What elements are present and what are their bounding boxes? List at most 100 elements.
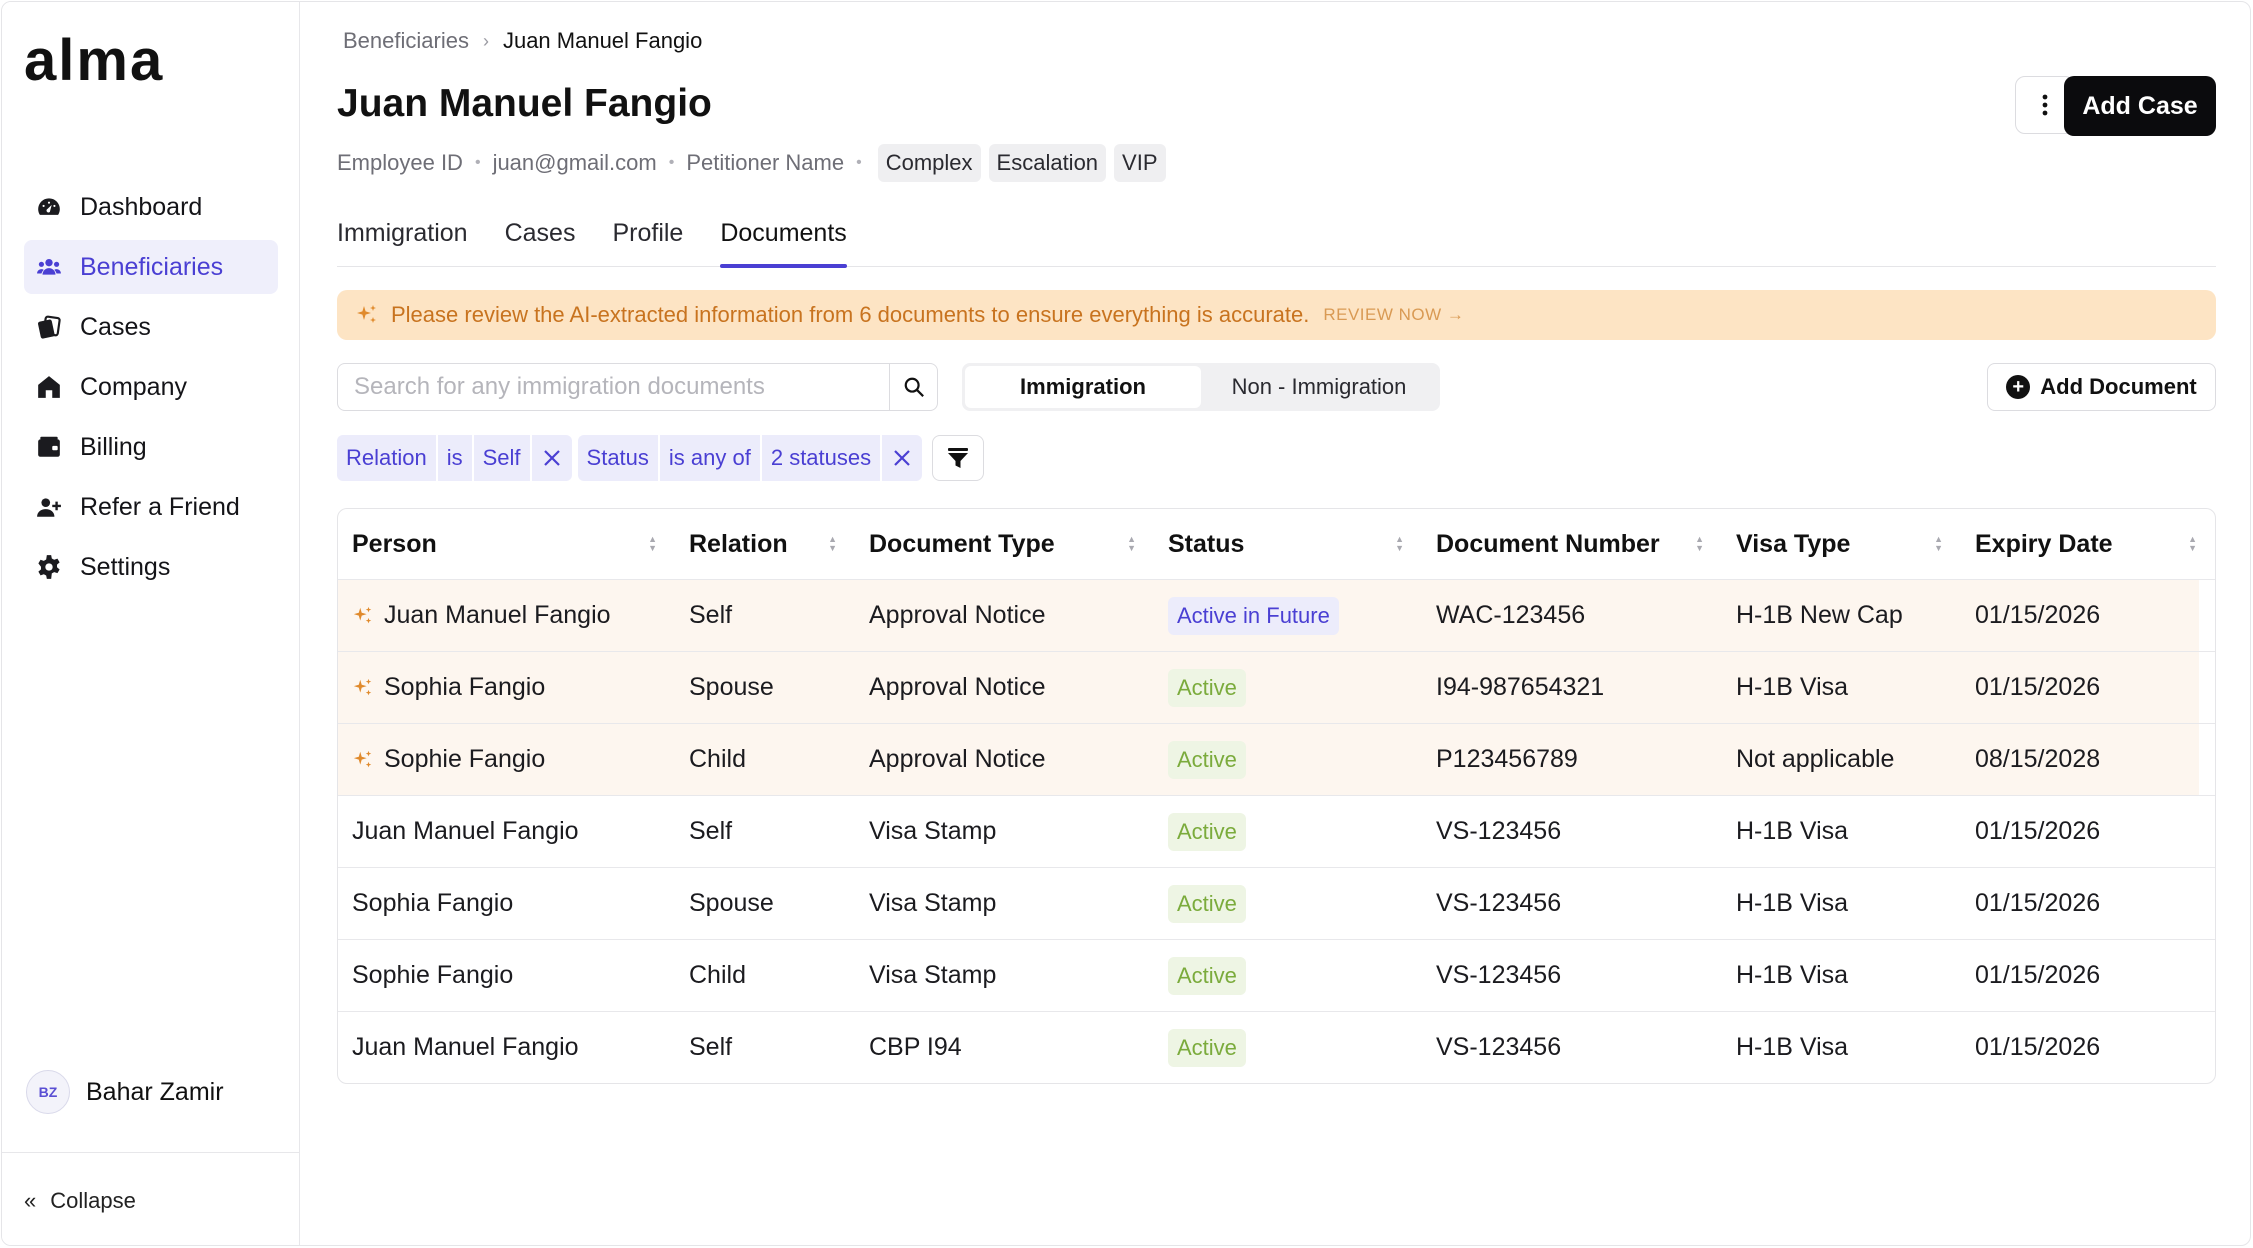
breadcrumb: Beneficiaries › Juan Manuel Fangio bbox=[343, 28, 702, 54]
segment-non-immigration[interactable]: Non - Immigration bbox=[1201, 366, 1437, 408]
filter-operator[interactable]: is any of bbox=[659, 435, 760, 481]
main-content: Beneficiaries › Juan Manuel Fangio Juan … bbox=[300, 2, 2250, 1245]
column-label: Status bbox=[1168, 529, 1245, 558]
cell-document-type: Approval Notice bbox=[869, 673, 1046, 701]
column-header-relation[interactable]: Relation ▲ ▼ bbox=[675, 509, 855, 579]
column-header-status[interactable]: Status ▲ ▼ bbox=[1154, 509, 1422, 579]
cell-person: Juan Manuel Fangio bbox=[352, 817, 579, 845]
sidebar-item-billing[interactable]: Billing bbox=[24, 420, 278, 474]
filter-chip-relation[interactable]: Relation is Self bbox=[337, 435, 572, 481]
sidebar-nav: Dashboard Beneficiaries Cases Company Bi… bbox=[24, 180, 278, 600]
sidebar-item-cases[interactable]: Cases bbox=[24, 300, 278, 354]
remove-filter-button[interactable] bbox=[531, 435, 572, 481]
plus-circle-icon: + bbox=[2006, 375, 2031, 399]
filter-chip-status[interactable]: Status is any of 2 statuses bbox=[577, 435, 923, 481]
column-label: Expiry Date bbox=[1975, 529, 2113, 558]
column-header-visa-type[interactable]: Visa Type ▲ ▼ bbox=[1722, 509, 1961, 579]
review-now-link[interactable]: REVIEW NOW → bbox=[1323, 305, 1464, 325]
cell-document-type: Visa Stamp bbox=[869, 961, 997, 989]
table-row[interactable]: Sophie Fangio Child Visa Stamp Active VS… bbox=[338, 939, 2215, 1011]
separator-dot: • bbox=[474, 154, 481, 171]
wallet-icon bbox=[36, 434, 62, 460]
sort-icon: ▲ ▼ bbox=[1695, 534, 1704, 553]
table-row[interactable]: Sophia Fangio Spouse Visa Stamp Active V… bbox=[338, 867, 2215, 939]
cell-document-number: WAC-123456 bbox=[1436, 601, 1586, 629]
separator-dot: • bbox=[668, 154, 675, 171]
filter-operator[interactable]: is bbox=[437, 435, 472, 481]
ai-sparkle-icon bbox=[352, 677, 374, 699]
cell-person: Sophie Fangio bbox=[352, 961, 514, 989]
column-header-document-number[interactable]: Document Number ▲ ▼ bbox=[1422, 509, 1722, 579]
filter-field[interactable]: Relation bbox=[337, 435, 436, 481]
filter-value[interactable]: 2 statuses bbox=[761, 435, 881, 481]
sort-icon: ▲ ▼ bbox=[2188, 534, 2197, 553]
add-document-label: Add Document bbox=[2040, 374, 2197, 399]
collapse-button[interactable]: « Collapse bbox=[24, 1188, 136, 1214]
table-header: Person ▲ ▼ Relation ▲ ▼ Document Type ▲ ▼ Stat… bbox=[338, 509, 2215, 579]
page-title: Juan Manuel Fangio bbox=[337, 82, 712, 125]
more-vertical-icon bbox=[2042, 94, 2048, 116]
table-row[interactable]: Juan Manuel Fangio Self Approval Notice … bbox=[338, 579, 2215, 651]
tab-immigration[interactable]: Immigration bbox=[337, 214, 468, 267]
cell-expiry-date: 01/15/2026 bbox=[1975, 817, 2101, 845]
table-row[interactable]: Juan Manuel Fangio Self Visa Stamp Activ… bbox=[338, 795, 2215, 867]
table-row[interactable]: Sophie Fangio Child Approval Notice Acti… bbox=[338, 723, 2215, 795]
document-search bbox=[337, 363, 938, 411]
cell-document-type: Visa Stamp bbox=[869, 817, 997, 845]
cell-person: Juan Manuel Fangio bbox=[384, 601, 611, 629]
sort-icon: ▲ ▼ bbox=[1395, 534, 1404, 553]
add-user-icon bbox=[36, 494, 62, 520]
sidebar-item-settings[interactable]: Settings bbox=[24, 540, 278, 594]
cell-relation: Child bbox=[689, 961, 746, 989]
cell-person: Sophie Fangio bbox=[384, 745, 546, 773]
cell-person: Sophia Fangio bbox=[384, 673, 546, 701]
tab-cases[interactable]: Cases bbox=[505, 214, 576, 267]
banner-message: Please review the AI-extracted informati… bbox=[391, 302, 1310, 327]
current-user[interactable]: BZ Bahar Zamir bbox=[26, 1070, 224, 1114]
sort-icon: ▲ ▼ bbox=[1934, 534, 1943, 553]
brand-logo[interactable]: alma bbox=[24, 32, 164, 90]
ai-review-banner: Please review the AI-extracted informati… bbox=[337, 290, 2216, 340]
tab-profile[interactable]: Profile bbox=[612, 214, 683, 267]
sidebar-item-refer-a-friend[interactable]: Refer a Friend bbox=[24, 480, 278, 534]
cell-document-number: P123456789 bbox=[1436, 745, 1578, 773]
filter-field[interactable]: Status bbox=[577, 435, 658, 481]
search-button[interactable] bbox=[889, 364, 937, 410]
search-input[interactable] bbox=[338, 364, 889, 410]
breadcrumb-link-beneficiaries[interactable]: Beneficiaries bbox=[343, 28, 469, 54]
sidebar-item-dashboard[interactable]: Dashboard bbox=[24, 180, 278, 234]
filter-value[interactable]: Self bbox=[473, 435, 530, 481]
cell-expiry-date: 01/15/2026 bbox=[1975, 673, 2101, 701]
table-row[interactable]: Sophia Fangio Spouse Approval Notice Act… bbox=[338, 651, 2215, 723]
search-icon bbox=[904, 377, 924, 397]
breadcrumb-current: Juan Manuel Fangio bbox=[502, 28, 703, 53]
remove-filter-button[interactable] bbox=[882, 435, 923, 481]
cell-relation: Spouse bbox=[689, 889, 774, 917]
sort-icon: ▲ ▼ bbox=[828, 534, 837, 553]
tag-escalation: Escalation bbox=[988, 144, 1107, 182]
column-header-expiry-date[interactable]: Expiry Date ▲ ▼ bbox=[1961, 509, 2215, 579]
email: juan@gmail.com bbox=[492, 150, 657, 175]
column-header-document-type[interactable]: Document Type ▲ ▼ bbox=[855, 509, 1154, 579]
documents-table: Person ▲ ▼ Relation ▲ ▼ Document Type ▲ ▼ Stat… bbox=[337, 508, 2216, 1084]
sidebar-item-company[interactable]: Company bbox=[24, 360, 278, 414]
cell-document-type: CBP I94 bbox=[869, 1033, 962, 1061]
tab-documents[interactable]: Documents bbox=[720, 214, 848, 268]
column-header-person[interactable]: Person ▲ ▼ bbox=[338, 509, 675, 579]
chevrons-left-icon: « bbox=[24, 1188, 37, 1213]
cell-expiry-date: 01/15/2026 bbox=[1975, 889, 2101, 917]
segment-immigration[interactable]: Immigration bbox=[965, 366, 1201, 408]
sidebar-item-beneficiaries[interactable]: Beneficiaries bbox=[24, 240, 278, 294]
table-row[interactable]: Juan Manuel Fangio Self CBP I94 Active V… bbox=[338, 1011, 2215, 1083]
cell-expiry-date: 01/15/2026 bbox=[1975, 961, 2101, 989]
cell-visa-type: H-1B Visa bbox=[1736, 1033, 1849, 1061]
sidebar-item-label: Beneficiaries bbox=[80, 252, 224, 281]
add-document-button[interactable]: + Add Document bbox=[1987, 363, 2216, 411]
cell-relation: Child bbox=[689, 745, 746, 773]
filter-button[interactable] bbox=[932, 435, 985, 481]
close-icon bbox=[543, 450, 560, 466]
column-label: Document Number bbox=[1436, 529, 1660, 558]
cell-expiry-date: 08/15/2028 bbox=[1975, 745, 2101, 773]
add-case-button[interactable]: Add Case bbox=[2064, 76, 2216, 136]
document-category-toggle: Immigration Non - Immigration bbox=[962, 363, 1440, 411]
